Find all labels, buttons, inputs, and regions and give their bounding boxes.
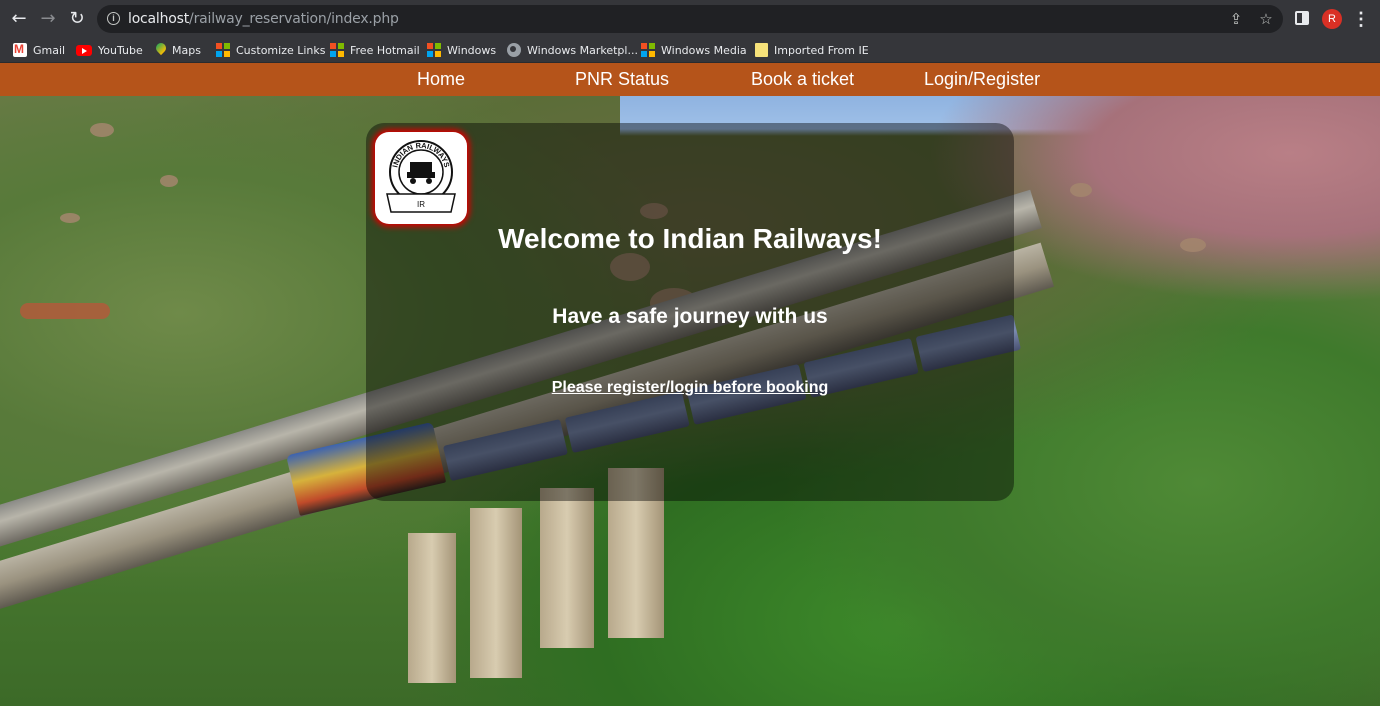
bookmark-label: Maps <box>172 43 201 57</box>
site-navbar: Home PNR Status Book a ticket Login/Regi… <box>0 63 1380 96</box>
forward-arrow-icon[interactable]: → <box>37 8 59 30</box>
gmail-icon <box>13 42 27 57</box>
nav-link-home[interactable]: Home <box>417 69 465 90</box>
folder-icon <box>755 43 768 57</box>
indian-railways-logo: INDIAN RAILWAYS IR <box>375 132 467 224</box>
back-arrow-icon[interactable]: ← <box>8 8 30 30</box>
bookmark-windows[interactable]: Windows <box>427 41 496 59</box>
bookmark-label: Windows Marketpl... <box>527 43 638 57</box>
youtube-icon <box>76 44 92 56</box>
svg-text:IR: IR <box>417 200 425 209</box>
bookmark-label: Windows Media <box>661 43 747 57</box>
bookmark-label: YouTube <box>98 43 143 57</box>
reload-icon[interactable]: ↻ <box>66 8 88 30</box>
bookmark-imported-from-ie[interactable]: Imported From IE <box>755 41 869 59</box>
bookmark-label: Imported From IE <box>774 43 869 57</box>
profile-avatar[interactable]: R <box>1322 9 1342 29</box>
welcome-panel: INDIAN RAILWAYS IR Welcome to Indian Rai… <box>366 123 1014 501</box>
bookmark-customize-links[interactable]: Customize Links <box>216 41 326 59</box>
microsoft-icon <box>216 43 230 57</box>
nav-link-login-register[interactable]: Login/Register <box>924 69 1040 90</box>
url-text[interactable]: localhost/railway_reservation/index.php <box>128 11 399 27</box>
site-info-icon[interactable]: i <box>107 12 120 25</box>
page-viewport: Home PNR Status Book a ticket Login/Regi… <box>0 63 1380 706</box>
bookmark-maps[interactable]: Maps <box>156 41 201 59</box>
globe-icon <box>507 43 521 57</box>
bookmark-label: Windows <box>447 43 497 57</box>
bookmarks-bar: Gmail YouTube Maps Customize Links Free … <box>0 37 1380 63</box>
microsoft-icon <box>330 43 344 57</box>
bookmark-label: Gmail <box>33 43 66 57</box>
browser-menu-icon[interactable]: ⋮ <box>1352 8 1370 30</box>
address-bar[interactable]: i localhost/railway_reservation/index.ph… <box>97 5 1283 33</box>
welcome-heading: Welcome to Indian Railways! <box>498 223 882 254</box>
bookmark-label: Free Hotmail <box>350 43 420 57</box>
share-icon[interactable]: ⇪ <box>1227 10 1245 28</box>
welcome-subheading: Have a safe journey with us <box>552 305 828 328</box>
url-path: /railway_reservation/index.php <box>189 11 399 27</box>
nav-link-pnr-status[interactable]: PNR Status <box>575 69 669 90</box>
bookmark-star-icon[interactable]: ☆ <box>1257 10 1275 28</box>
bookmark-windows-media[interactable]: Windows Media <box>641 41 747 59</box>
nav-link-book-ticket[interactable]: Book a ticket <box>751 69 854 90</box>
register-login-link[interactable]: Please register/login before booking <box>552 379 829 396</box>
bookmark-youtube[interactable]: YouTube <box>76 41 143 59</box>
bookmark-label: Customize Links <box>236 43 326 57</box>
browser-toolbar: ← → ↻ i localhost/railway_reservation/in… <box>0 0 1380 37</box>
url-host: localhost <box>128 11 190 27</box>
bookmark-free-hotmail[interactable]: Free Hotmail <box>330 41 420 59</box>
side-panel-icon[interactable] <box>1295 11 1309 25</box>
microsoft-icon <box>427 43 441 57</box>
maps-icon <box>156 43 166 57</box>
microsoft-icon <box>641 43 655 57</box>
bookmark-windows-marketplace[interactable]: Windows Marketpl... <box>507 41 638 59</box>
bookmark-gmail[interactable]: Gmail <box>13 41 65 59</box>
